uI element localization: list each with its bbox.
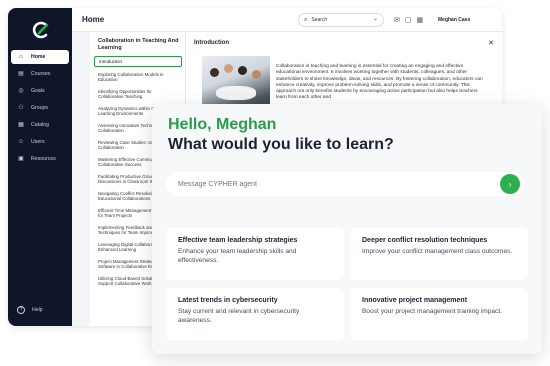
sidebar-item-label: Home bbox=[31, 54, 46, 60]
sidebar-item-label: Resources bbox=[31, 156, 56, 162]
suggestion-card[interactable]: Innovative project management Boost your… bbox=[350, 288, 528, 340]
list-item[interactable]: Introduction bbox=[94, 56, 182, 68]
chevron-down-icon: ⌄ bbox=[372, 16, 378, 22]
arrow-right-icon: › bbox=[508, 179, 512, 189]
sidebar-nav: ⌂ Home ▤ Courses ◎ Goals ⚇ Groups ▦ Cata… bbox=[11, 50, 69, 169]
background-area bbox=[72, 32, 90, 326]
sidebar-item-label: Catalog bbox=[31, 122, 49, 128]
suggestion-description: Enhance your team leadership skills and … bbox=[178, 248, 297, 264]
module-list-title: Collaboration in Teaching And Learning bbox=[98, 38, 179, 51]
page-title: Home bbox=[82, 15, 105, 24]
introduction-title: Introduction bbox=[194, 40, 229, 46]
greeting: Hello, Meghan bbox=[168, 116, 277, 133]
sidebar-item-label: Groups bbox=[31, 105, 49, 111]
sidebar-item-goals[interactable]: ◎ Goals bbox=[11, 84, 69, 98]
catalog-icon: ▦ bbox=[18, 122, 24, 128]
resources-icon: ▣ bbox=[18, 156, 24, 162]
send-button[interactable]: › bbox=[500, 174, 520, 194]
sidebar-item-label: Users bbox=[31, 139, 45, 145]
suggestion-title: Innovative project management bbox=[362, 297, 468, 304]
user-name: Meghan Cass bbox=[438, 17, 471, 23]
suggestion-title: Effective team leadership strategies bbox=[178, 237, 298, 244]
mail-icon[interactable]: ✉ bbox=[394, 16, 400, 24]
close-icon[interactable]: ✕ bbox=[488, 39, 494, 47]
suggestion-title: Latest trends in cybersecurity bbox=[178, 297, 278, 304]
help-label: Help bbox=[32, 307, 43, 313]
list-item[interactable]: Exploring Collaboration Models in Educat… bbox=[94, 70, 182, 85]
top-header: Home ⌕ Search ⌄ ✉ ▢ ▦ Meghan Cass ⌄ bbox=[72, 8, 502, 32]
search-icon: ⌕ bbox=[304, 16, 308, 23]
help-icon: ? bbox=[17, 306, 25, 314]
sidebar-item-home[interactable]: ⌂ Home bbox=[11, 50, 69, 64]
users-icon: ☺ bbox=[17, 139, 25, 145]
search-input[interactable]: ⌕ Search ⌄ bbox=[298, 13, 384, 27]
suggestion-description: Improve your conflict management class o… bbox=[362, 248, 513, 255]
calendar-icon[interactable]: ▦ bbox=[417, 16, 424, 24]
sidebar-item-label: Courses bbox=[31, 71, 51, 77]
goals-icon: ◎ bbox=[18, 88, 24, 94]
sidebar-item-help[interactable]: ? Help bbox=[17, 306, 43, 314]
sidebar-item-users[interactable]: ☺ Users bbox=[11, 135, 69, 149]
suggestion-description: Stay current and relevant in cybersecuri… bbox=[178, 308, 300, 324]
list-item[interactable]: Identifying Opportunities for Collaborat… bbox=[94, 87, 182, 102]
logo-icon bbox=[32, 21, 49, 39]
sidebar-item-resources[interactable]: ▣ Resources bbox=[11, 152, 69, 166]
suggestion-card[interactable]: Latest trends in cybersecurity Stay curr… bbox=[166, 288, 344, 340]
sidebar: ⌂ Home ▤ Courses ◎ Goals ⚇ Groups ▦ Cata… bbox=[8, 8, 72, 326]
suggestion-description: Boost your project management training i… bbox=[362, 308, 503, 315]
suggestion-card[interactable]: Deeper conflict resolution techniques Im… bbox=[350, 228, 528, 280]
courses-icon: ▤ bbox=[18, 71, 24, 77]
document-icon[interactable]: ▢ bbox=[405, 16, 412, 24]
introduction-text: Collaboration in teaching and learning i… bbox=[276, 64, 483, 101]
sidebar-item-courses[interactable]: ▤ Courses bbox=[11, 67, 69, 81]
home-icon: ⌂ bbox=[19, 54, 23, 60]
groups-icon: ⚇ bbox=[18, 105, 24, 111]
header-icons: ✉ ▢ ▦ bbox=[394, 16, 423, 24]
search-label: Search bbox=[311, 17, 328, 23]
chat-overlay: Hello, Meghan What would you like to lea… bbox=[152, 104, 542, 354]
question-heading: What would you like to learn? bbox=[168, 136, 394, 153]
message-input[interactable] bbox=[166, 172, 524, 196]
suggestion-card[interactable]: Effective team leadership strategies Enh… bbox=[166, 228, 344, 280]
sidebar-item-label: Goals bbox=[31, 88, 45, 94]
sidebar-item-catalog[interactable]: ▦ Catalog bbox=[11, 118, 69, 132]
suggestion-title: Deeper conflict resolution techniques bbox=[362, 237, 488, 244]
sidebar-item-groups[interactable]: ⚇ Groups bbox=[11, 101, 69, 115]
